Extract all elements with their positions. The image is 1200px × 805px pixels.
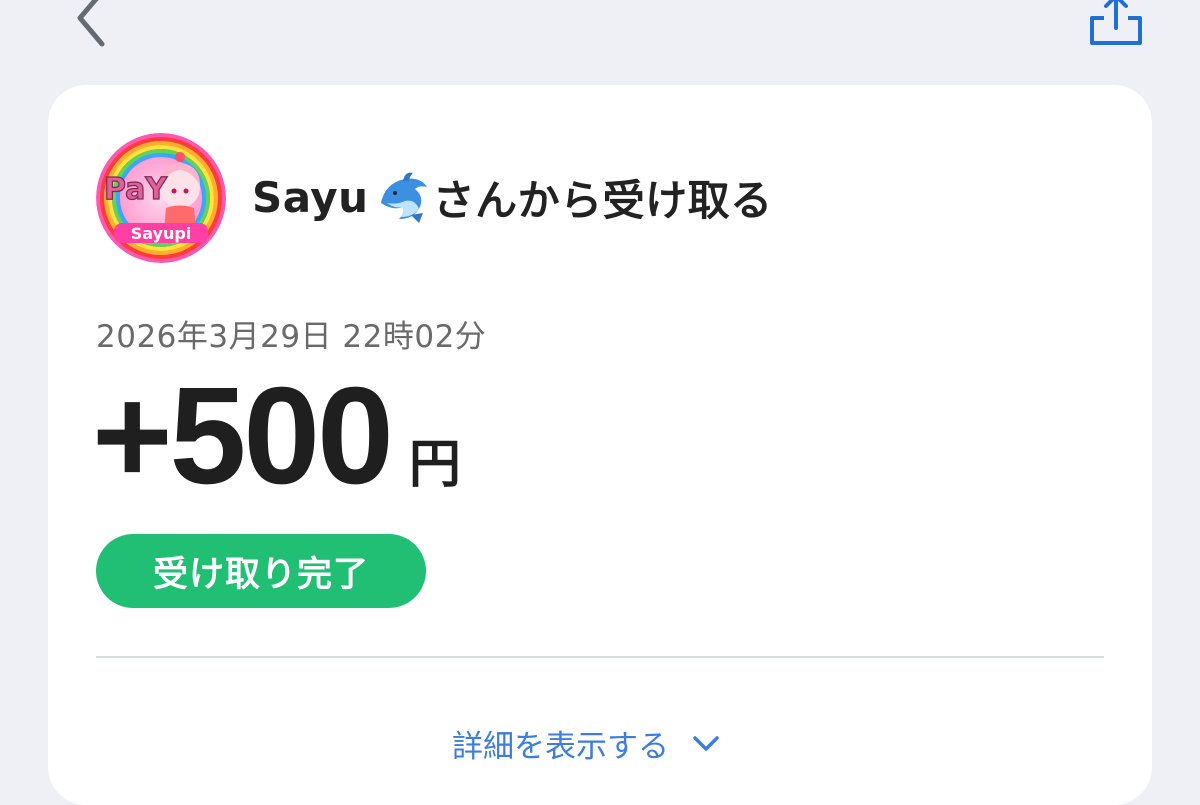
share-button[interactable] — [1084, 0, 1148, 48]
show-details-label: 詳細を表示する — [452, 729, 669, 765]
show-details-link[interactable]: 詳細を表示する — [452, 721, 721, 766]
divider — [96, 656, 1104, 658]
chevron-left-icon — [77, 0, 105, 47]
back-button[interactable] — [68, 0, 118, 50]
currency-label: 円 — [408, 435, 461, 495]
share-icon — [1090, 0, 1142, 45]
status-badge: 受け取り完了 — [96, 534, 426, 608]
chevron-down-icon — [693, 735, 719, 751]
avatar-banner-text: Sayupi — [131, 224, 192, 243]
amount-value: +500 — [92, 359, 394, 513]
sender-name: Sayu — [252, 172, 369, 222]
page-title: Sayu さんから受け取る — [252, 167, 773, 227]
transaction-datetime: 2026年3月29日 22時02分 — [96, 319, 487, 355]
transaction-card: PaY Sayupi Sayu さんから受け取る 2026年3月29日 22時0… — [48, 85, 1152, 805]
amount-row: +500 円 — [92, 367, 461, 505]
avatar-logo-text: PaY — [104, 172, 168, 207]
avatar: PaY Sayupi — [96, 133, 226, 263]
title-suffix: さんから受け取る — [432, 175, 773, 225]
dolphin-icon — [375, 169, 431, 225]
